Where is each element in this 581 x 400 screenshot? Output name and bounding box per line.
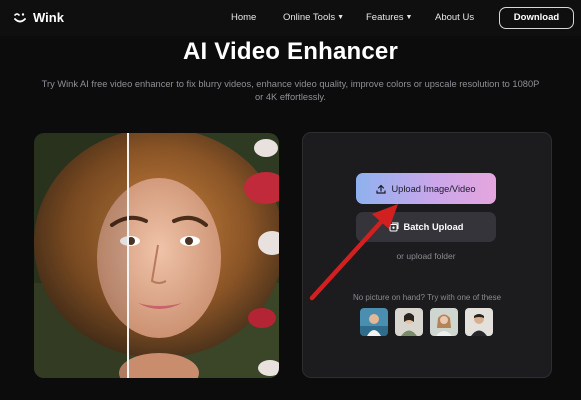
wink-smile-icon: [14, 13, 26, 23]
sample-photo-1[interactable]: [360, 308, 388, 336]
nav-online-tools-label: Online Tools: [283, 12, 336, 23]
before-after-preview[interactable]: [34, 133, 279, 378]
navbar: Wink Home Online Tools ▼ Features ▼ About …: [0, 0, 581, 36]
chevron-down-icon: ▼: [337, 14, 345, 21]
sample-photo-2-image: [395, 308, 423, 336]
nav-features[interactable]: Features ▼: [366, 12, 412, 23]
logo-text: Wink: [33, 9, 64, 25]
sample-photo-1-image: [360, 308, 388, 336]
page-title: AI Video Enhancer: [182, 38, 399, 65]
sample-hint: No picture on hand? Try with one of thes…: [352, 293, 502, 302]
upload-icon: [376, 184, 387, 194]
batch-upload-button[interactable]: Batch Upload: [356, 212, 496, 242]
sample-photo-3-image: [430, 308, 458, 336]
upload-image-video-button[interactable]: Upload Image/Video: [356, 173, 496, 204]
logo[interactable]: Wink: [12, 9, 64, 25]
upload-folder-link[interactable]: or upload folder: [356, 251, 496, 261]
nav-home[interactable]: Home: [231, 12, 256, 23]
nav-about-us[interactable]: About Us: [435, 12, 474, 23]
comparison-slider-handle[interactable]: [127, 133, 129, 378]
sample-photo-2[interactable]: [395, 308, 423, 336]
sample-photo-4-image: [465, 308, 493, 336]
nav-about-us-label: About Us: [435, 12, 475, 23]
batch-button-label: Batch Upload: [403, 222, 464, 232]
sample-photo-3[interactable]: [430, 308, 458, 336]
download-button[interactable]: Download: [499, 7, 574, 29]
nav-online-tools[interactable]: Online Tools ▼: [283, 12, 344, 23]
batch-icon: [389, 222, 399, 232]
nav-features-label: Features: [366, 12, 404, 23]
nav-home-label: Home: [231, 12, 257, 23]
page-subtitle: Try Wink AI free video enhancer to fix b…: [41, 79, 540, 102]
sample-photo-4[interactable]: [465, 308, 493, 336]
upload-button-label: Upload Image/Video: [391, 183, 476, 194]
chevron-down-icon: ▼: [405, 14, 413, 21]
portrait-image: [34, 133, 279, 378]
